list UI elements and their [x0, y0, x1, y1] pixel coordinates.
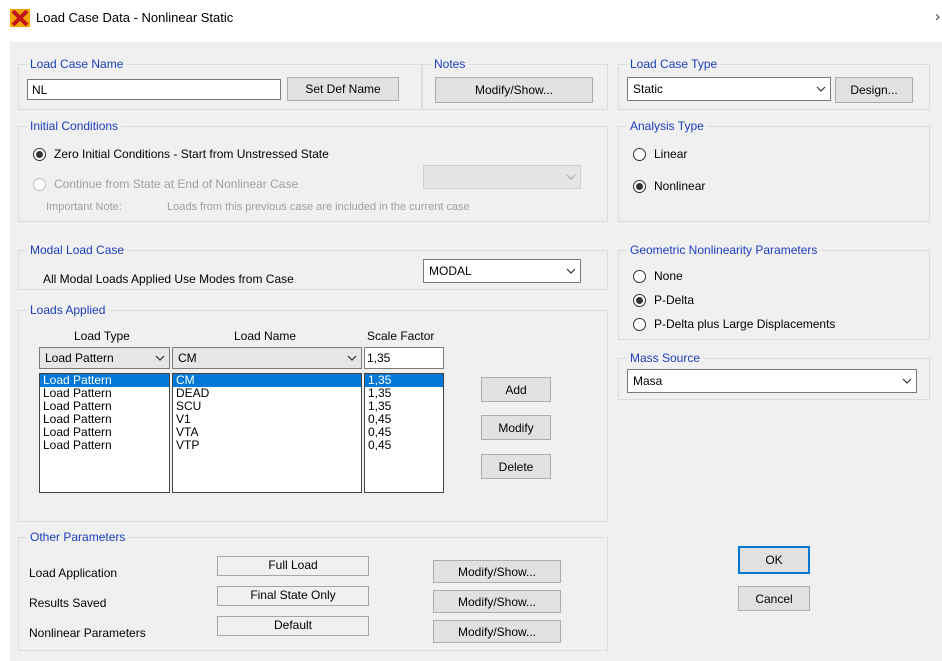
sap2000-app-icon: [10, 9, 30, 27]
nonlinear-option[interactable]: Nonlinear: [633, 179, 705, 193]
list-item[interactable]: VTA: [173, 426, 361, 439]
ok-button[interactable]: OK: [738, 546, 810, 574]
set-def-name-button[interactable]: Set Def Name: [287, 77, 399, 101]
scale-factor-input[interactable]: 1,35: [364, 347, 444, 369]
list-item[interactable]: Load Pattern: [40, 439, 169, 452]
initial-conditions-group: Initial Conditions Zero Initial Conditio…: [18, 119, 608, 222]
zero-initial-conditions-label: Zero Initial Conditions - Start from Uns…: [54, 147, 329, 161]
loads-applied-legend: Loads Applied: [27, 303, 109, 317]
close-icon[interactable]: ›: [935, 8, 940, 25]
mass-source-value: Masa: [633, 374, 663, 388]
load-application-modify-button[interactable]: Modify/Show...: [433, 560, 561, 583]
nonlinear-case-dropdown[interactable]: [423, 165, 581, 189]
zero-initial-conditions-option[interactable]: Zero Initial Conditions - Start from Uns…: [33, 147, 329, 161]
linear-radio[interactable]: [633, 147, 646, 161]
modal-load-case-label: All Modal Loads Applied Use Modes from C…: [43, 272, 294, 286]
continue-from-state-radio[interactable]: [33, 177, 46, 191]
geometric-nonlinearity-group: Geometric Nonlinearity Parameters None P…: [618, 243, 930, 340]
notes-group: Notes Modify/Show...: [422, 57, 608, 110]
chevron-down-icon: [812, 78, 830, 100]
continue-from-state-label: Continue from State at End of Nonlinear …: [54, 177, 299, 191]
important-note-label: Important Note:: [46, 201, 122, 213]
scale-factor-list[interactable]: 1,35 1,35 1,35 0,45 0,45 0,45: [364, 373, 444, 493]
mass-source-legend: Mass Source: [627, 351, 704, 365]
linear-option[interactable]: Linear: [633, 147, 687, 161]
mass-source-group: Mass Source Masa: [618, 351, 930, 400]
initial-conditions-legend: Initial Conditions: [27, 119, 122, 133]
analysis-type-group: Analysis Type Linear Nonlinear: [618, 119, 930, 222]
other-parameters-legend: Other Parameters: [27, 530, 129, 544]
load-name-list[interactable]: CM DEAD SCU V1 VTA VTP: [172, 373, 362, 493]
mass-source-dropdown[interactable]: Masa: [627, 369, 917, 393]
load-case-type-group: Load Case Type Static Design...: [618, 57, 930, 110]
title-bar: Load Case Data - Nonlinear Static ›: [0, 0, 942, 36]
load-case-type-dropdown[interactable]: Static: [627, 77, 831, 101]
window-title: Load Case Data - Nonlinear Static: [36, 10, 234, 25]
linear-label: Linear: [654, 147, 688, 161]
geom-pdelta-large-option[interactable]: P-Delta plus Large Displacements: [633, 317, 835, 331]
load-application-value: Full Load: [217, 556, 369, 576]
modify-load-button[interactable]: Modify: [481, 415, 551, 440]
load-type-list[interactable]: Load Pattern Load Pattern Load Pattern L…: [39, 373, 170, 493]
geom-pdelta-large-radio[interactable]: [633, 317, 646, 331]
load-application-label: Load Application: [29, 566, 118, 580]
other-parameters-group: Other Parameters Load Application Full L…: [18, 530, 608, 651]
geom-pdelta-label: P-Delta: [654, 293, 695, 307]
cancel-button[interactable]: Cancel: [738, 586, 810, 611]
nonlinear-parameters-value: Default: [217, 616, 369, 636]
load-case-name-input[interactable]: NL: [27, 79, 281, 100]
list-item[interactable]: DEAD: [173, 387, 361, 400]
list-item[interactable]: SCU: [173, 400, 361, 413]
results-saved-label: Results Saved: [29, 596, 107, 610]
geometric-nonlinearity-legend: Geometric Nonlinearity Parameters: [627, 243, 821, 257]
nonlinear-radio[interactable]: [633, 179, 646, 193]
load-case-name-group: Load Case Name NL Set Def Name: [18, 57, 422, 110]
continue-from-state-option[interactable]: Continue from State at End of Nonlinear …: [33, 177, 298, 191]
chevron-down-icon: [562, 166, 580, 188]
load-name-header: Load Name: [234, 329, 297, 343]
analysis-type-legend: Analysis Type: [627, 119, 707, 133]
load-name-dropdown[interactable]: CM: [172, 347, 362, 369]
load-type-dropdown-value: Load Pattern: [45, 351, 114, 365]
design-button[interactable]: Design...: [835, 77, 913, 103]
load-case-name-legend: Load Case Name: [27, 57, 127, 71]
dialog-client-area: Load Case Name NL Set Def Name Notes Mod…: [10, 42, 942, 661]
modal-case-value: MODAL: [429, 264, 472, 278]
geom-none-label: None: [654, 269, 683, 283]
geom-none-option[interactable]: None: [633, 269, 683, 283]
results-saved-value: Final State Only: [217, 586, 369, 606]
add-load-button[interactable]: Add: [481, 377, 551, 402]
modal-load-case-group: Modal Load Case All Modal Loads Applied …: [18, 243, 608, 290]
modal-load-case-legend: Modal Load Case: [27, 243, 128, 257]
load-case-type-legend: Load Case Type: [627, 57, 721, 71]
list-item[interactable]: V1: [173, 413, 361, 426]
loads-applied-group: Loads Applied Load Type Load Name Scale …: [18, 303, 608, 522]
zero-initial-conditions-radio[interactable]: [33, 147, 46, 161]
geom-none-radio[interactable]: [633, 269, 646, 283]
chevron-down-icon: [562, 260, 580, 282]
geom-pdelta-option[interactable]: P-Delta: [633, 293, 694, 307]
delete-load-button[interactable]: Delete: [481, 454, 551, 479]
modal-case-dropdown[interactable]: MODAL: [423, 259, 581, 283]
chevron-down-icon: [151, 348, 169, 368]
scale-factor-header: Scale Factor: [367, 329, 435, 343]
notes-legend: Notes: [431, 57, 469, 71]
load-case-type-value: Static: [633, 82, 664, 96]
nonlinear-parameters-label: Nonlinear Parameters: [29, 626, 146, 640]
list-item[interactable]: VTP: [173, 439, 361, 452]
load-name-dropdown-value: CM: [178, 351, 197, 365]
chevron-down-icon: [898, 370, 916, 392]
nonlinear-parameters-modify-button[interactable]: Modify/Show...: [433, 620, 561, 643]
results-saved-modify-button[interactable]: Modify/Show...: [433, 590, 561, 613]
load-type-header: Load Type: [74, 329, 130, 343]
geom-pdelta-radio[interactable]: [633, 293, 646, 307]
chevron-down-icon: [343, 348, 361, 368]
list-item[interactable]: 0,45: [365, 439, 443, 452]
notes-modify-show-button[interactable]: Modify/Show...: [435, 77, 593, 103]
nonlinear-label: Nonlinear: [654, 179, 706, 193]
load-type-dropdown[interactable]: Load Pattern: [39, 347, 170, 369]
important-note-text: Loads from this previous case are includ…: [167, 201, 470, 213]
geom-pdelta-large-label: P-Delta plus Large Displacements: [654, 317, 836, 331]
